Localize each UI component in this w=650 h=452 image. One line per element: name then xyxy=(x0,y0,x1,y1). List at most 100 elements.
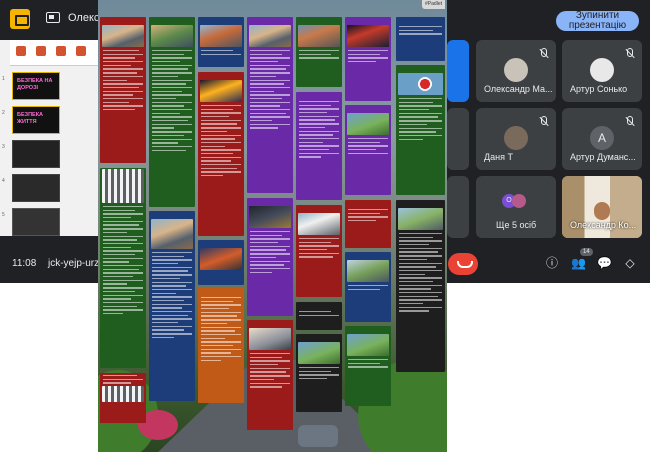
padlet-board: #Padlet xyxy=(98,0,447,452)
card-header xyxy=(198,288,244,295)
slides-preview: 1 БЕЗПЕКА НА ДОРОЗІ 2 БЕЗПЕКА ЖИТТЯ 3 4 … xyxy=(0,40,100,236)
padlet-card[interactable] xyxy=(149,211,195,401)
card-text xyxy=(198,103,244,177)
toolbar-icon[interactable] xyxy=(16,46,26,56)
participant-tile[interactable]: A Артур Думанс... xyxy=(562,108,642,170)
participant-tile[interactable]: Артур Сонько xyxy=(562,40,642,102)
slide-thumbnail[interactable] xyxy=(12,174,60,202)
padlet-card[interactable] xyxy=(396,65,445,195)
padlet-card[interactable] xyxy=(296,334,342,412)
participants-count-badge: 14 xyxy=(580,248,593,256)
card-text xyxy=(296,48,342,59)
padlet-card[interactable] xyxy=(345,326,391,406)
presenting-tile[interactable] xyxy=(447,40,469,102)
padlet-card[interactable] xyxy=(296,302,342,330)
toolbar-icon[interactable] xyxy=(36,46,46,56)
chat-icon[interactable]: 💬 xyxy=(597,256,612,270)
padlet-card[interactable] xyxy=(396,200,445,372)
mic-off-icon xyxy=(538,116,548,127)
card-header xyxy=(345,200,391,207)
card-image xyxy=(249,328,291,350)
card-image xyxy=(249,25,291,47)
avatar xyxy=(504,58,528,82)
padlet-card[interactable] xyxy=(198,72,244,236)
padlet-card[interactable] xyxy=(345,105,391,195)
padlet-card[interactable] xyxy=(100,17,146,163)
slide-thumbnail[interactable] xyxy=(12,140,60,168)
toolbar-icon[interactable] xyxy=(56,46,66,56)
card-text xyxy=(247,48,293,129)
card-text xyxy=(396,96,445,140)
slide-number: 5 xyxy=(2,212,5,218)
card-text xyxy=(198,295,244,362)
participant-tile[interactable] xyxy=(447,176,469,238)
avatar xyxy=(594,202,610,220)
avatar xyxy=(590,58,614,82)
card-image xyxy=(398,73,443,95)
padlet-card[interactable] xyxy=(247,320,293,430)
participant-tile[interactable]: Даня Т xyxy=(476,108,556,170)
padlet-card[interactable] xyxy=(296,92,342,200)
card-image xyxy=(200,25,242,47)
card-text xyxy=(198,48,244,56)
card-image xyxy=(347,25,389,47)
padlet-card[interactable] xyxy=(198,17,244,67)
card-header xyxy=(149,17,195,24)
card-header xyxy=(198,17,244,24)
participant-name: Артур Сонько xyxy=(570,84,628,94)
card-header xyxy=(345,17,391,24)
padlet-card[interactable] xyxy=(198,240,244,285)
padlet-card[interactable] xyxy=(345,17,391,101)
slide-thumbnail[interactable]: БЕЗПЕКА НА ДОРОЗІ xyxy=(12,72,60,100)
card-text xyxy=(396,24,445,35)
card-header xyxy=(296,302,342,309)
card-header xyxy=(149,211,195,218)
padlet-card[interactable] xyxy=(345,252,391,322)
card-header xyxy=(296,334,342,341)
slide-title: БЕЗПЕКА НА ДОРОЗІ xyxy=(17,78,53,91)
participant-tile[interactable] xyxy=(447,108,469,170)
card-text xyxy=(100,373,146,384)
padlet-card[interactable] xyxy=(149,17,195,207)
more-participants-tile[interactable]: O Ще 5 осіб xyxy=(476,176,556,238)
card-text xyxy=(296,236,342,258)
card-header xyxy=(396,200,445,207)
card-text xyxy=(296,365,342,380)
card-image xyxy=(200,248,242,270)
people-icon[interactable]: 👥 xyxy=(571,256,586,270)
padlet-card[interactable] xyxy=(345,200,391,248)
info-icon[interactable]: ⓘ xyxy=(545,256,559,270)
stop-presenting-button[interactable]: Зупинити презентацію xyxy=(556,11,639,31)
padlet-card[interactable] xyxy=(247,17,293,193)
card-text xyxy=(345,48,391,63)
toolbar-icon[interactable] xyxy=(76,46,86,56)
padlet-card[interactable] xyxy=(198,288,244,403)
hang-up-button[interactable] xyxy=(448,253,478,275)
card-image xyxy=(347,334,389,356)
padlet-card[interactable] xyxy=(100,168,146,368)
google-slides-icon[interactable] xyxy=(10,9,30,29)
card-text xyxy=(149,48,195,151)
card-header xyxy=(345,105,391,112)
padlet-card[interactable] xyxy=(296,205,342,297)
padlet-card[interactable] xyxy=(396,17,445,61)
card-header xyxy=(396,17,445,24)
card-image xyxy=(298,25,340,47)
card-image xyxy=(249,206,291,228)
padlet-card[interactable] xyxy=(296,17,342,87)
activities-icon[interactable]: ◇ xyxy=(623,256,637,270)
card-header xyxy=(100,17,146,24)
participant-video-tile[interactable]: Олександр Ко... xyxy=(562,176,642,238)
slide-thumbnail[interactable] xyxy=(12,208,60,236)
slide-thumbnail[interactable]: БЕЗПЕКА ЖИТТЯ xyxy=(12,106,60,134)
slides-toolbar xyxy=(10,40,100,66)
padlet-card[interactable] xyxy=(247,198,293,316)
mic-off-icon xyxy=(624,116,634,127)
avatar xyxy=(512,194,526,208)
slide-number: 4 xyxy=(2,178,5,184)
card-text xyxy=(247,229,293,273)
participant-tile[interactable]: Олександр Ма... xyxy=(476,40,556,102)
padlet-tag: #Padlet xyxy=(422,0,445,9)
meeting-code: jck-yejp-urz xyxy=(48,258,100,269)
padlet-card[interactable] xyxy=(100,373,146,423)
